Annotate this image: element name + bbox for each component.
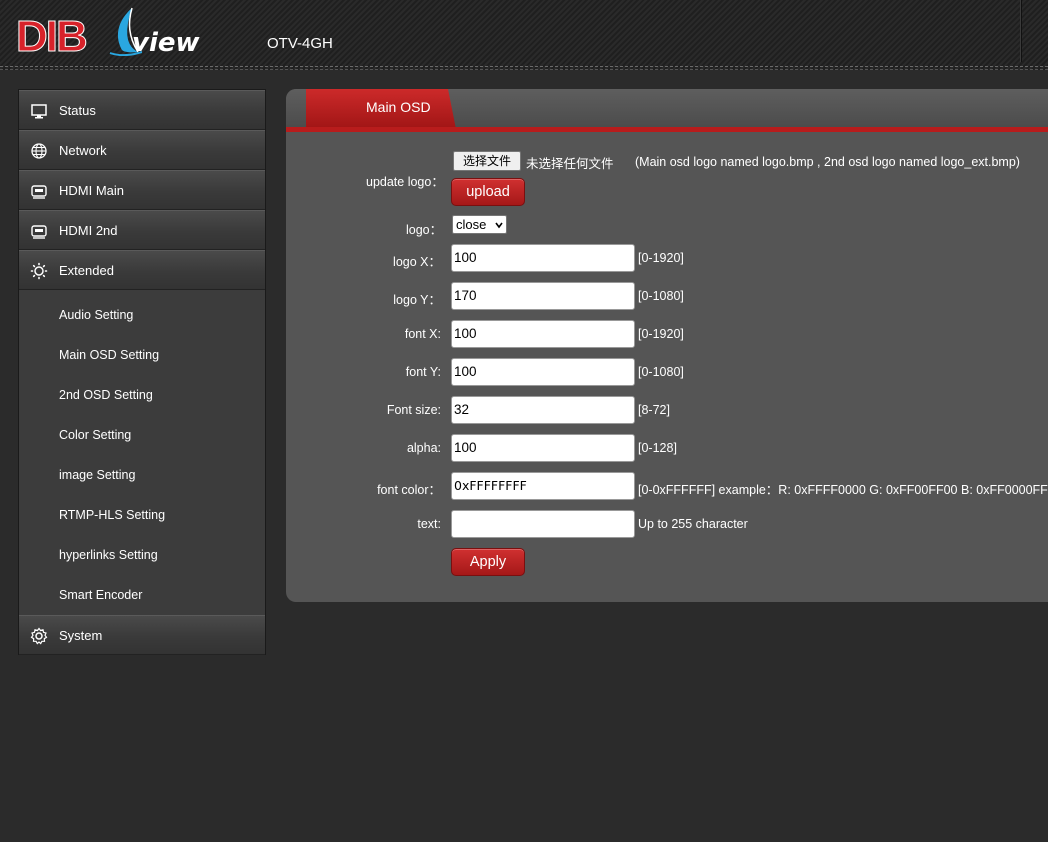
sidebar-item-status[interactable]: Status [19,90,265,130]
globe-icon [31,143,47,159]
sun-gear-icon [30,262,48,280]
sidebar-item-label: Network [59,143,107,158]
sidebar-item-label: HDMI 2nd [59,223,118,238]
hdmi-icon [31,225,47,239]
logo-naming-note: (Main osd logo named logo.bmp , 2nd osd … [635,155,1020,169]
submenu-item-color-setting[interactable]: Color Setting [59,428,131,442]
font-y-input[interactable]: 100 [451,358,635,386]
sidebar-item-extended[interactable]: Extended [19,250,265,290]
logo-label: logo： [406,223,443,237]
text-label: text: [417,517,441,531]
sidebar-item-label: Status [59,103,96,118]
sidebar-item-label: System [59,628,103,643]
submenu-item-2nd-osd-setting[interactable]: 2nd OSD Setting [59,388,153,402]
monitor-icon [31,104,47,119]
text-input[interactable] [451,510,635,538]
submenu-item-audio-setting[interactable]: Audio Setting [59,308,133,322]
file-status-text: 未选择任何文件 [526,156,614,171]
logo-select[interactable]: close [452,215,507,234]
brand-logo: DIB view [16,6,202,62]
tab-main-osd[interactable]: Main OSD [306,89,456,129]
logo-y-range: [0-1080] [638,289,684,303]
font-size-range: [8-72] [638,403,670,417]
sidebar: Status Network HDMI Main HDMI 2nd Extend… [18,89,266,655]
sidebar-item-label: HDMI Main [59,183,125,198]
header-dashed-line [0,66,1048,70]
font-color-range: [0-0xFFFFFF] example：R: 0xFFFF0000 G: 0x… [638,483,1048,497]
sidebar-item-hdmi-main[interactable]: HDMI Main [19,170,265,210]
logo-y-label: logo Y： [393,293,441,307]
sidebar-item-label: Extended [59,263,114,278]
submenu-item-main-osd-setting[interactable]: Main OSD Setting [59,348,159,362]
sidebar-item-network[interactable]: Network [19,130,265,170]
model-name: OTV-4GH [267,35,333,52]
hdmi-icon [31,185,47,199]
tab-label: Main OSD [366,99,431,115]
sidebar-item-system[interactable]: System [19,615,265,655]
submenu-item-image-setting[interactable]: image Setting [59,468,135,482]
main-osd-panel: Main OSD update logo： 选择文件 未选择任何文件 (Main… [286,89,1048,602]
logo-select-value: close [456,217,487,232]
font-color-label: font color： [377,483,441,497]
alpha-range: [0-128] [638,441,677,455]
header-divider [1020,0,1022,62]
brand-logo-dib: DIB [16,12,89,61]
submenu-item-smart-encoder[interactable]: Smart Encoder [59,588,142,602]
panel-header-underline [286,127,1048,132]
text-limit-hint: Up to 255 character [638,517,748,531]
font-y-range: [0-1080] [638,365,684,379]
font-size-input[interactable]: 32 [451,396,635,424]
alpha-input[interactable]: 100 [451,434,635,462]
header-bar: DIB view OTV-4GH [0,0,1048,70]
submenu-item-rtmp-hls-setting[interactable]: RTMP-HLS Setting [59,508,165,522]
apply-button[interactable]: Apply [451,548,525,576]
submenu-item-hyperlinks-setting[interactable]: hyperlinks Setting [59,548,158,562]
logo-x-label: logo X： [393,255,441,269]
logo-x-input[interactable]: 100 [451,244,635,272]
choose-file-button[interactable]: 选择文件 [453,151,521,171]
update-logo-label: update logo： [366,175,444,189]
upload-button[interactable]: upload [451,178,525,206]
gear-icon [30,627,48,645]
font-x-label: font X: [404,327,441,341]
chevron-down-icon [495,222,503,229]
font-x-range: [0-1920] [638,327,684,341]
font-size-label: Font size: [386,403,441,417]
font-y-label: font Y: [405,365,441,379]
logo-y-input[interactable]: 170 [451,282,635,310]
sidebar-item-hdmi-2nd[interactable]: HDMI 2nd [19,210,265,250]
brand-logo-view: view [132,28,200,58]
extended-submenu: Audio Setting Main OSD Setting 2nd OSD S… [19,290,265,615]
logo-x-range: [0-1920] [638,251,684,265]
font-x-input[interactable]: 100 [451,320,635,348]
font-color-input[interactable]: 0xFFFFFFFF [451,472,635,500]
alpha-label: alpha: [406,441,441,455]
